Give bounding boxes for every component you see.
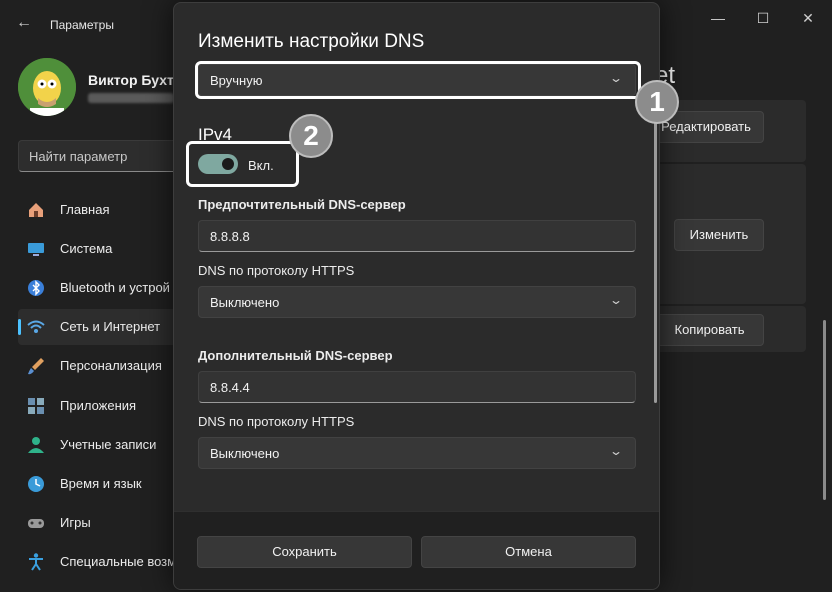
save-button[interactable]: Сохранить xyxy=(197,536,412,568)
avatar[interactable] xyxy=(18,58,76,116)
brush-icon xyxy=(28,358,44,375)
apps-icon xyxy=(28,398,44,414)
sidebar-item[interactable]: Система xyxy=(18,231,178,267)
sidebar-item-label: Специальные возм xyxy=(60,554,177,569)
highlight-box-mode xyxy=(195,61,641,99)
preferred-dns-label: Предпочтительный DNS-сервер xyxy=(198,197,406,212)
home-icon xyxy=(29,203,43,217)
alternate-dns-input[interactable]: 8.8.4.4 xyxy=(198,371,636,403)
close-button[interactable]: ✕ xyxy=(793,8,823,28)
chevron-down-icon: ⌄ xyxy=(608,444,624,458)
alternate-dns-label: Дополнительный DNS-сервер xyxy=(198,348,393,363)
https-label-preferred: DNS по протоколу HTTPS xyxy=(198,263,355,278)
https-select-preferred[interactable]: Выключено ⌄ xyxy=(198,286,636,318)
chevron-down-icon: ⌄ xyxy=(608,293,624,307)
preferred-dns-value: 8.8.8.8 xyxy=(210,229,250,244)
sidebar-item-label: Главная xyxy=(60,202,110,217)
user-email-blurred xyxy=(88,93,174,103)
sidebar-item-label: Игры xyxy=(60,515,91,530)
accessibility-icon xyxy=(29,553,43,571)
maximize-button[interactable]: ☐ xyxy=(748,8,778,28)
https-select-alternate[interactable]: Выключено ⌄ xyxy=(198,437,636,469)
sidebar-item-label: Приложения xyxy=(60,398,137,413)
wifi-icon xyxy=(27,320,45,333)
sidebar-item[interactable]: Bluetooth и устрой xyxy=(18,270,178,306)
sidebar-item-label: Учетные записи xyxy=(60,437,157,452)
monitor-icon xyxy=(28,243,44,256)
sidebar-item[interactable]: Учетные записи xyxy=(18,427,178,463)
sidebar-item-label: Время и язык xyxy=(60,476,142,491)
copy-button[interactable]: Копировать xyxy=(655,314,764,346)
sidebar-item[interactable]: Время и язык xyxy=(18,466,178,502)
sidebar-item-label: Система xyxy=(60,241,113,256)
cancel-button[interactable]: Отмена xyxy=(421,536,636,568)
https-value-alternate: Выключено xyxy=(210,446,280,461)
step-badge-1: 1 xyxy=(635,80,679,124)
sidebar-item-label: Персонализация xyxy=(60,358,162,373)
sidebar-item[interactable]: Специальные возм xyxy=(18,544,178,580)
dialog-title: Изменить настройки DNS xyxy=(198,31,425,52)
sidebar-item[interactable]: Приложения xyxy=(18,388,178,424)
sidebar-item[interactable]: Персонализация xyxy=(18,348,178,384)
bluetooth-icon xyxy=(28,280,44,296)
sidebar-item[interactable]: Игры xyxy=(18,505,178,541)
dialog-scrollbar[interactable] xyxy=(654,87,657,403)
back-arrow-icon[interactable]: ← xyxy=(16,14,32,32)
sidebar-item-label: Bluetooth и устрой xyxy=(60,280,170,295)
page-scrollbar[interactable] xyxy=(823,320,826,500)
highlight-box-toggle xyxy=(186,141,299,187)
step-badge-2: 2 xyxy=(289,114,333,158)
person-icon xyxy=(28,437,44,453)
gamepad-icon xyxy=(28,519,44,528)
https-label-alternate: DNS по протоколу HTTPS xyxy=(198,414,355,429)
active-indicator xyxy=(18,319,21,335)
dialog-footer: Сохранить Отмена xyxy=(174,511,659,589)
change-button[interactable]: Изменить xyxy=(674,219,764,251)
sidebar-item-label: Сеть и Интернет xyxy=(60,319,161,334)
sidebar-item[interactable]: Сеть и Интернет xyxy=(18,309,178,345)
globe-clock-icon xyxy=(28,476,44,492)
user-name: Виктор Бухте xyxy=(88,72,182,88)
sidebar-item[interactable]: Главная xyxy=(18,192,178,228)
search-input[interactable]: Найти параметр xyxy=(18,140,178,172)
minimize-button[interactable]: — xyxy=(703,8,733,28)
search-placeholder: Найти параметр xyxy=(29,149,128,164)
app-title: Параметры xyxy=(50,18,114,32)
alternate-dns-value: 8.8.4.4 xyxy=(210,380,250,395)
preferred-dns-input[interactable]: 8.8.8.8 xyxy=(198,220,636,252)
https-value-preferred: Выключено xyxy=(210,295,280,310)
